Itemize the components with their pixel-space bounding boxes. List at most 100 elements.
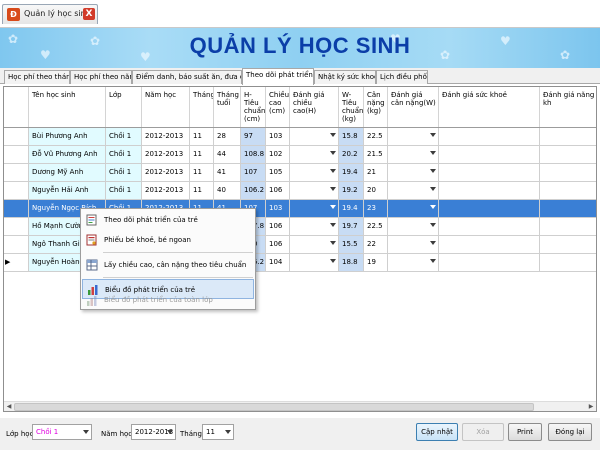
cell-h-standard[interactable]: 106.2 — [241, 182, 266, 200]
row-indicator[interactable] — [4, 218, 29, 236]
tab-hoc-phi-theo-thang[interactable]: Học phí theo tháng — [4, 70, 70, 84]
menu-item-bieu-do-toan-lop[interactable]: Biểu đồ phát triển của toàn lớp — [82, 291, 254, 309]
row-indicator[interactable] — [4, 128, 29, 146]
header-danh-gia-can-nang[interactable]: Đánh giá cân nặng(W) — [388, 87, 439, 127]
print-button[interactable]: Print — [508, 423, 542, 441]
cell-month[interactable]: 11 — [190, 146, 214, 164]
cell-age-months[interactable]: 44 — [214, 146, 241, 164]
cell-month[interactable]: 11 — [190, 128, 214, 146]
tab-lich-dieu-phoi[interactable]: Lịch điều phối — [376, 70, 428, 84]
cell-talent-rating[interactable] — [540, 254, 596, 272]
cell-height[interactable]: 105 — [266, 164, 290, 182]
header-danh-gia-suc-khoe[interactable]: Đánh giá sức khoẻ — [439, 87, 540, 127]
cell-class[interactable]: Chồi 1 — [106, 182, 142, 200]
header-ten-hoc-sinh[interactable]: Tên học sinh — [29, 87, 106, 127]
cell-height[interactable]: 103 — [266, 128, 290, 146]
tab-hoc-phi-theo-nam[interactable]: Học phí theo năm — [70, 70, 132, 84]
cell-w-standard[interactable]: 19.4 — [339, 200, 364, 218]
cell-year[interactable]: 2012-2013 — [142, 128, 190, 146]
cell-weight-rating[interactable] — [388, 128, 439, 146]
cell-weight-rating[interactable] — [388, 200, 439, 218]
header-lop[interactable]: Lớp — [106, 87, 142, 127]
cell-height-rating[interactable] — [290, 218, 339, 236]
document-tab-quan-ly-hoc-sinh[interactable]: Đ Quản lý học sinh X — [2, 4, 98, 24]
cell-weight-rating[interactable] — [388, 254, 439, 272]
cell-talent-rating[interactable] — [540, 236, 596, 254]
cell-talent-rating[interactable] — [540, 200, 596, 218]
cell-height-rating[interactable] — [290, 164, 339, 182]
cell-weight-rating[interactable] — [388, 164, 439, 182]
cell-health-rating[interactable] — [439, 128, 540, 146]
cell-w-standard[interactable]: 19.2 — [339, 182, 364, 200]
menu-item-phieu-be-khoe[interactable]: Phiếu bé khoẻ, bé ngoan — [82, 230, 254, 250]
table-row[interactable]: Đỗ Vũ Phương Anh Chồi 1 2012-2013 11 44 108.8… — [4, 146, 596, 164]
cell-health-rating[interactable] — [439, 182, 540, 200]
cell-age-months[interactable]: 28 — [214, 128, 241, 146]
cell-month[interactable]: 11 — [190, 164, 214, 182]
row-indicator[interactable] — [4, 200, 29, 218]
cell-weight[interactable]: 22.5 — [364, 218, 388, 236]
header-can-nang[interactable]: Cân nặng (kg) — [364, 87, 388, 127]
scrollbar-thumb[interactable] — [14, 403, 534, 411]
header-thang-tuoi[interactable]: Tháng tuổi — [214, 87, 241, 127]
cell-height-rating[interactable] — [290, 182, 339, 200]
header-danh-gia-nang-khieu[interactable]: Đánh giá năng kh — [540, 87, 596, 127]
cell-age-months[interactable]: 40 — [214, 182, 241, 200]
row-indicator[interactable]: ▶ — [4, 254, 29, 272]
cell-weight[interactable]: 21 — [364, 164, 388, 182]
scroll-right-icon[interactable]: ▶ — [586, 402, 596, 411]
cell-name[interactable]: Bùi Phương Anh — [29, 128, 106, 146]
cell-h-standard[interactable]: 97 — [241, 128, 266, 146]
cell-talent-rating[interactable] — [540, 218, 596, 236]
header-nam-hoc[interactable]: Năm học — [142, 87, 190, 127]
cell-height[interactable]: 102 — [266, 146, 290, 164]
table-row[interactable]: Nguyễn Hải Anh Chồi 1 2012-2013 11 40 106.2 10… — [4, 182, 596, 200]
tab-nhat-ky-suc-khoe[interactable]: Nhật ký sức khoẻ — [314, 70, 376, 84]
row-indicator[interactable] — [4, 236, 29, 254]
scroll-left-icon[interactable]: ◀ — [4, 402, 14, 411]
cell-w-standard[interactable]: 18.8 — [339, 254, 364, 272]
cell-weight-rating[interactable] — [388, 146, 439, 164]
cell-height[interactable]: 106 — [266, 218, 290, 236]
cell-year[interactable]: 2012-2013 — [142, 146, 190, 164]
cell-h-standard[interactable]: 108.8 — [241, 146, 266, 164]
cell-health-rating[interactable] — [439, 218, 540, 236]
close-button[interactable]: Đóng lại — [548, 423, 592, 441]
cell-weight[interactable]: 23 — [364, 200, 388, 218]
cell-height[interactable]: 103 — [266, 200, 290, 218]
cell-height[interactable]: 104 — [266, 254, 290, 272]
row-indicator[interactable] — [4, 146, 29, 164]
cell-height-rating[interactable] — [290, 146, 339, 164]
cell-height-rating[interactable] — [290, 236, 339, 254]
cell-name[interactable]: Nguyễn Hải Anh — [29, 182, 106, 200]
header-thang[interactable]: Tháng — [190, 87, 214, 127]
cell-weight[interactable]: 21.5 — [364, 146, 388, 164]
cell-height[interactable]: 106 — [266, 182, 290, 200]
cell-health-rating[interactable] — [439, 254, 540, 272]
cell-class[interactable]: Chồi 1 — [106, 146, 142, 164]
cell-height[interactable]: 106 — [266, 236, 290, 254]
delete-button[interactable]: Xóa — [462, 423, 504, 441]
cell-weight[interactable]: 22 — [364, 236, 388, 254]
cell-month[interactable]: 11 — [190, 182, 214, 200]
cell-age-months[interactable]: 41 — [214, 164, 241, 182]
row-indicator[interactable] — [4, 164, 29, 182]
menu-item-lay-chieu-cao-can-nang[interactable]: Lấy chiều cao, cân nặng theo tiêu chuẩn — [82, 255, 254, 275]
cell-height-rating[interactable] — [290, 254, 339, 272]
cell-w-standard[interactable]: 20.2 — [339, 146, 364, 164]
month-select[interactable]: 11 — [202, 424, 234, 440]
header-h-tieu-chuan[interactable]: H-Tiêu chuẩn (cm) — [241, 87, 266, 127]
cell-height-rating[interactable] — [290, 128, 339, 146]
cell-w-standard[interactable]: 15.5 — [339, 236, 364, 254]
cell-year[interactable]: 2012-2013 — [142, 182, 190, 200]
header-danh-gia-chieu-cao[interactable]: Đánh giá chiều cao(H) — [290, 87, 339, 127]
tab-diem-danh[interactable]: Điểm danh, báo suất ăn, đưa đón — [132, 70, 242, 84]
cell-class[interactable]: Chồi 1 — [106, 128, 142, 146]
close-icon[interactable]: X — [83, 8, 95, 20]
row-indicator[interactable] — [4, 182, 29, 200]
cell-weight-rating[interactable] — [388, 218, 439, 236]
header-chieu-cao[interactable]: Chiều cao (cm) — [266, 87, 290, 127]
header-w-tieu-chuan[interactable]: W-Tiêu chuẩn (kg) — [339, 87, 364, 127]
tab-theo-doi-phat-trien-tre[interactable]: Theo dõi phát triển trẻ — [242, 68, 314, 85]
cell-weight[interactable]: 22.5 — [364, 128, 388, 146]
